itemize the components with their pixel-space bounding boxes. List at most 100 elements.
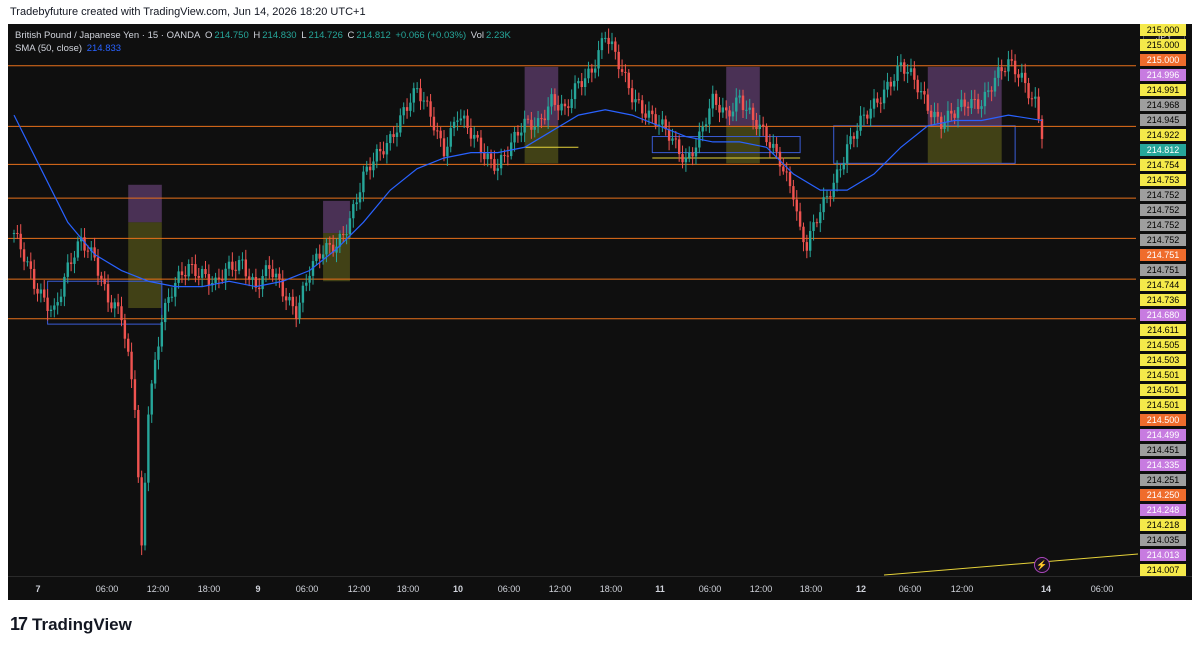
time-label: 12:00 [146, 584, 170, 594]
candle-body [496, 168, 499, 171]
candle-body [879, 102, 882, 104]
candle-body [399, 115, 402, 133]
zone-0 [128, 184, 162, 223]
candle-body [1024, 72, 1027, 84]
time-label: 18:00 [599, 584, 623, 594]
candle-body [913, 68, 916, 80]
candle-body [247, 276, 251, 280]
candle-body [499, 154, 503, 169]
price-label: 214.812 [1140, 144, 1186, 156]
candle-body [896, 65, 899, 81]
price-label: 214.752 [1140, 204, 1186, 216]
price-chart[interactable] [8, 24, 1192, 600]
candle-body [127, 338, 130, 352]
candle-body [741, 95, 745, 111]
candle-body [765, 126, 768, 143]
candle-body [714, 93, 718, 105]
candle-body [1034, 96, 1037, 99]
candle-body [298, 302, 301, 319]
candle-body [651, 110, 654, 115]
candle-body [479, 137, 483, 153]
price-label: 214.752 [1140, 219, 1186, 231]
candle-body [822, 197, 825, 213]
price-label: 214.501 [1140, 399, 1186, 411]
lightning-icon[interactable]: ⚡ [1034, 557, 1050, 573]
candle-body [980, 106, 983, 109]
open-value: 214.750 [214, 30, 249, 41]
candle-body [788, 171, 792, 187]
price-label: 214.751 [1140, 249, 1186, 261]
candle-body [19, 233, 22, 250]
price-label: 214.996 [1140, 69, 1186, 81]
time-label: 06:00 [898, 584, 922, 594]
time-label: 12:00 [749, 584, 773, 594]
candle-body [382, 151, 385, 155]
candle-body [32, 268, 36, 289]
candle-body [321, 254, 325, 259]
candle-body [137, 409, 140, 478]
candle-body [100, 275, 103, 279]
price-label: 215.000 [1140, 39, 1186, 51]
chart-frame[interactable]: British Pound / Japanese Yen · 15 · OAND… [8, 24, 1192, 600]
candle-body [546, 106, 550, 121]
volume-label: Vol [470, 30, 485, 41]
candle-body [345, 234, 348, 236]
symbol-title[interactable]: British Pound / Japanese Yen · 15 · OAND… [15, 30, 200, 41]
price-label: 214.248 [1140, 504, 1186, 516]
candle-body [852, 136, 856, 139]
candle-body [916, 79, 919, 93]
candle-body [281, 279, 284, 297]
sma-legend-row[interactable]: SMA (50, close) 214.833 [15, 42, 513, 55]
price-label: 214.968 [1140, 99, 1186, 111]
candle-body [681, 154, 684, 163]
candle-body [748, 107, 751, 110]
time-axis[interactable]: 7 06:00 12:00 18:00 9 06:00 12:00 18:00 10 06:00 1… [8, 576, 1192, 601]
candle-body [237, 260, 241, 271]
candle-body [157, 346, 160, 360]
time-label: 06:00 [295, 584, 319, 594]
candle-body [708, 108, 711, 125]
candle-body [936, 111, 940, 117]
candle-body [291, 296, 295, 307]
candle-body [264, 265, 268, 277]
candle-body [661, 119, 664, 125]
candle-body [446, 146, 449, 157]
candle-body [200, 269, 204, 278]
candle-body [469, 127, 473, 139]
price-label: 214.035 [1140, 534, 1186, 546]
time-label: 18:00 [396, 584, 420, 594]
candle-body [426, 100, 429, 102]
candle-body [536, 118, 540, 127]
candle-body [274, 273, 278, 278]
price-axis[interactable]: 215.000 215.000 215.000 214.996 214.991 214.9… [1138, 24, 1192, 576]
candle-body [630, 88, 634, 103]
candle-body [315, 253, 318, 262]
candle-body [244, 259, 248, 277]
price-label: 214.500 [1140, 414, 1186, 426]
candle-body [604, 37, 607, 39]
candle-body [785, 171, 788, 173]
candle-body [140, 477, 143, 546]
candle-body [429, 101, 432, 117]
price-label: 214.991 [1140, 84, 1186, 96]
price-label: 214.922 [1140, 129, 1186, 141]
close-label: C [347, 30, 355, 41]
candle-body [66, 262, 69, 277]
candle-body [644, 113, 647, 118]
time-label: 06:00 [95, 584, 119, 594]
candle-body [362, 171, 365, 193]
candle-body [352, 204, 355, 219]
candle-body [590, 68, 594, 73]
candle-body [735, 97, 738, 112]
time-label: 10 [452, 584, 464, 594]
candle-body [540, 118, 543, 120]
candle-body [268, 265, 271, 269]
candle-body [667, 129, 671, 141]
candle-body [761, 124, 765, 127]
candle-body [772, 143, 775, 148]
candle-body [177, 271, 180, 283]
candle-body [886, 81, 889, 90]
candle-body [1007, 59, 1010, 72]
candle-body [348, 218, 352, 235]
candle-body [22, 249, 26, 262]
